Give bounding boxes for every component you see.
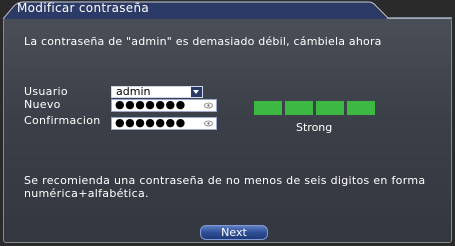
username-label: Usuario bbox=[24, 85, 68, 98]
username-select[interactable]: admin bbox=[111, 85, 203, 98]
dialog-title: Modificar contraseña bbox=[17, 1, 150, 15]
next-button[interactable]: Next bbox=[200, 225, 268, 240]
strength-segment bbox=[316, 101, 344, 115]
password-strength-label: Strong bbox=[296, 121, 333, 134]
strength-segment bbox=[347, 101, 375, 115]
weak-password-warning: La contraseña de "admin" es demasiado dé… bbox=[24, 35, 382, 48]
eye-icon[interactable] bbox=[204, 102, 213, 109]
dialog-title-bar: Modificar contraseña bbox=[0, 0, 455, 19]
username-value: admin bbox=[116, 85, 151, 98]
change-password-dialog: Modificar contraseña La contraseña de "a… bbox=[0, 0, 455, 246]
new-password-value: ●●●●●●● bbox=[115, 98, 186, 111]
strength-segment bbox=[285, 101, 313, 115]
dialog-body bbox=[3, 18, 452, 243]
confirm-password-value: ●●●●●●● bbox=[115, 116, 186, 129]
eye-icon[interactable] bbox=[204, 120, 213, 127]
next-button-label: Next bbox=[221, 226, 247, 239]
confirm-password-field[interactable]: ●●●●●●● bbox=[111, 116, 217, 130]
chevron-down-icon[interactable] bbox=[191, 87, 202, 97]
new-password-label: Nuevo bbox=[24, 98, 61, 111]
password-recommendation: Se recomienda una contraseña de no menos… bbox=[24, 174, 426, 200]
new-password-field[interactable]: ●●●●●●● bbox=[111, 98, 217, 112]
strength-segment bbox=[254, 101, 282, 115]
confirm-password-label: Confirmacion bbox=[24, 114, 101, 127]
